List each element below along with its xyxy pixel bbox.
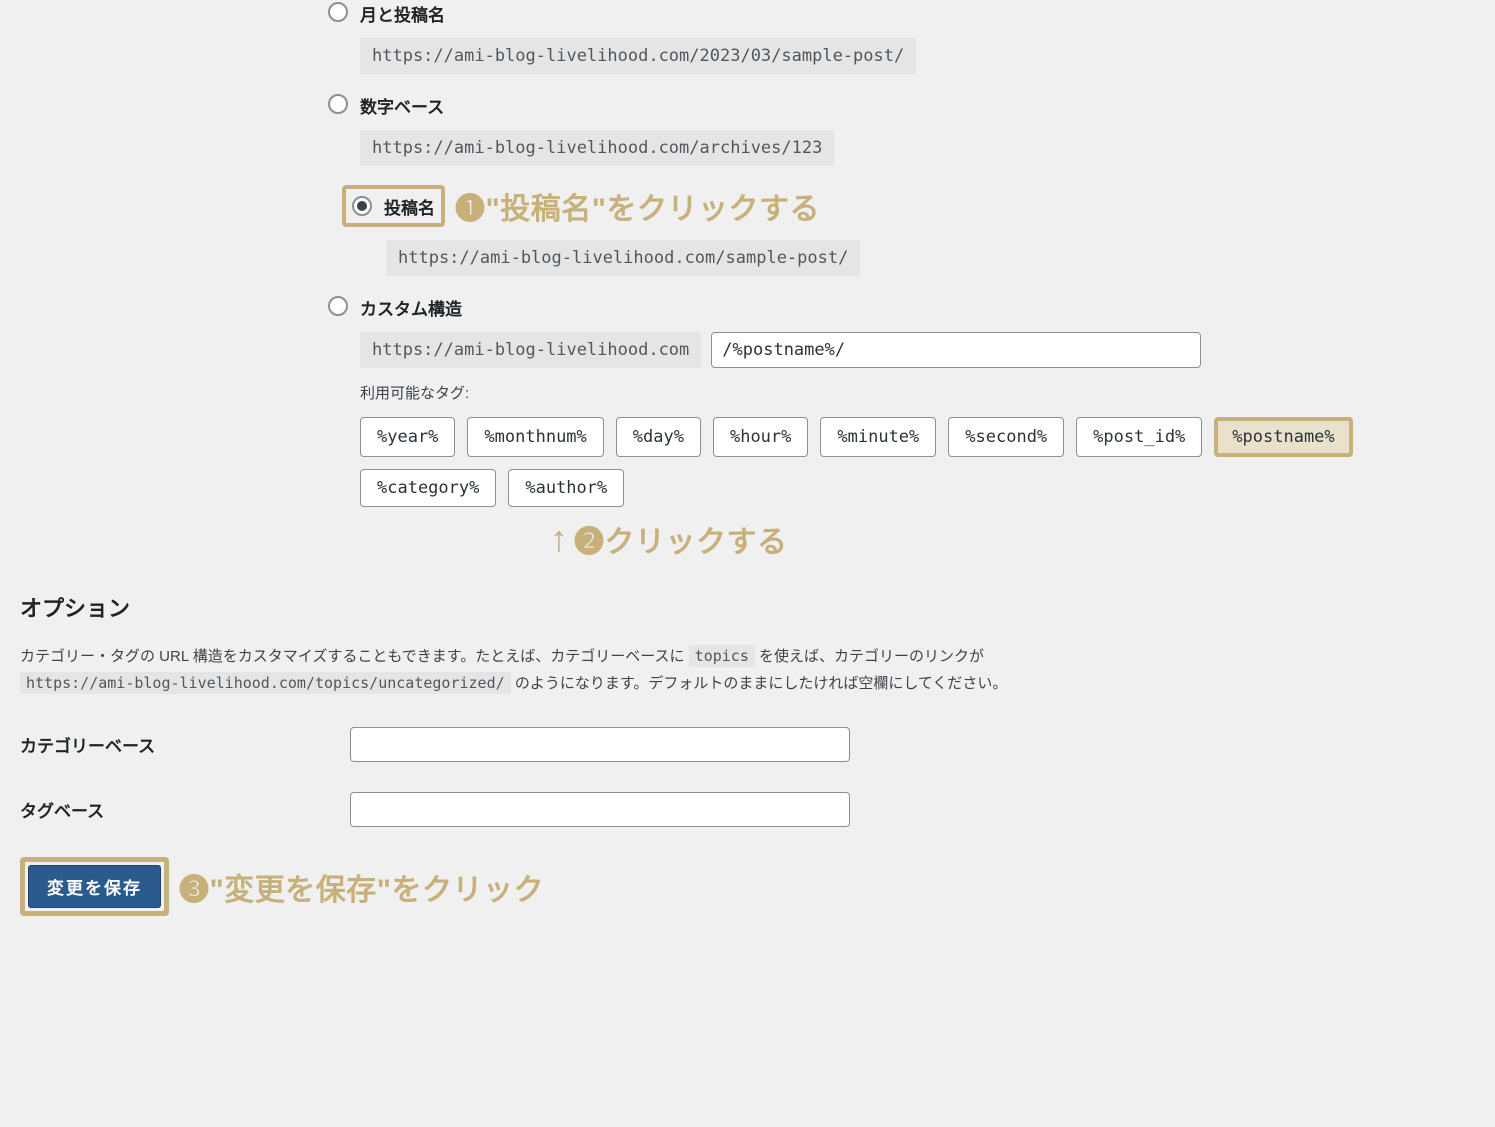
custom-structure-input[interactable] [711, 332, 1201, 368]
annotation-3: ❸"変更を保存"をクリック [179, 865, 544, 909]
example-month-name: https://ami-blog-livelihood.com/2023/03/… [360, 38, 916, 74]
desc-text-1: カテゴリー・タグの URL 構造をカスタマイズすることもできます。たとえば、カテ… [20, 648, 689, 665]
label-numeric[interactable]: 数字ベース [360, 92, 444, 118]
tag-hour[interactable]: %hour% [713, 417, 808, 457]
options-heading: オプション [20, 591, 1475, 623]
radio-custom[interactable] [328, 296, 348, 316]
tag-day[interactable]: %day% [616, 417, 701, 457]
tag-base-input[interactable] [350, 792, 850, 827]
tags-available-label: 利用可能なタグ: [360, 382, 1475, 403]
example-postname: https://ami-blog-livelihood.com/sample-p… [386, 240, 860, 276]
options-description: カテゴリー・タグの URL 構造をカスタマイズすることもできます。たとえば、カテ… [20, 643, 1475, 697]
tag-postname[interactable]: %postname% [1214, 417, 1352, 457]
category-base-label: カテゴリーベース [20, 732, 350, 757]
tag-second[interactable]: %second% [948, 417, 1064, 457]
desc-text-2: を使えば、カテゴリーのリンクが [759, 648, 984, 665]
tag-year[interactable]: %year% [360, 417, 455, 457]
custom-prefix: https://ami-blog-livelihood.com [360, 332, 701, 368]
highlight-postname-radio: 投稿名 [342, 185, 445, 227]
label-custom[interactable]: カスタム構造 [360, 294, 462, 320]
highlight-save: 変更を保存 [20, 857, 169, 916]
tag-minute[interactable]: %minute% [820, 417, 936, 457]
save-button[interactable]: 変更を保存 [28, 865, 161, 908]
label-month-name[interactable]: 月と投稿名 [360, 0, 445, 26]
example-numeric: https://ami-blog-livelihood.com/archives… [360, 130, 834, 166]
annotation-2: ❷クリックする [574, 517, 788, 561]
radio-postname[interactable] [352, 196, 372, 216]
arrow-up-icon: ↑ [550, 521, 568, 557]
tag-author[interactable]: %author% [508, 469, 624, 507]
desc-code-topics: topics [689, 645, 755, 667]
radio-numeric[interactable] [328, 94, 348, 114]
label-postname[interactable]: 投稿名 [384, 193, 435, 219]
radio-month-name[interactable] [328, 2, 348, 22]
tag-post-id[interactable]: %post_id% [1076, 417, 1202, 457]
annotation-1: ❶"投稿名"をクリックする [455, 184, 820, 228]
tag-base-label: タグベース [20, 797, 350, 822]
desc-text-3: のようになります。デフォルトのままにしたければ空欄にしてください。 [515, 675, 1008, 692]
desc-code-url: https://ami-blog-livelihood.com/topics/u… [20, 672, 511, 694]
tag-category[interactable]: %category% [360, 469, 496, 507]
tag-monthnum[interactable]: %monthnum% [467, 417, 603, 457]
category-base-input[interactable] [350, 727, 850, 762]
